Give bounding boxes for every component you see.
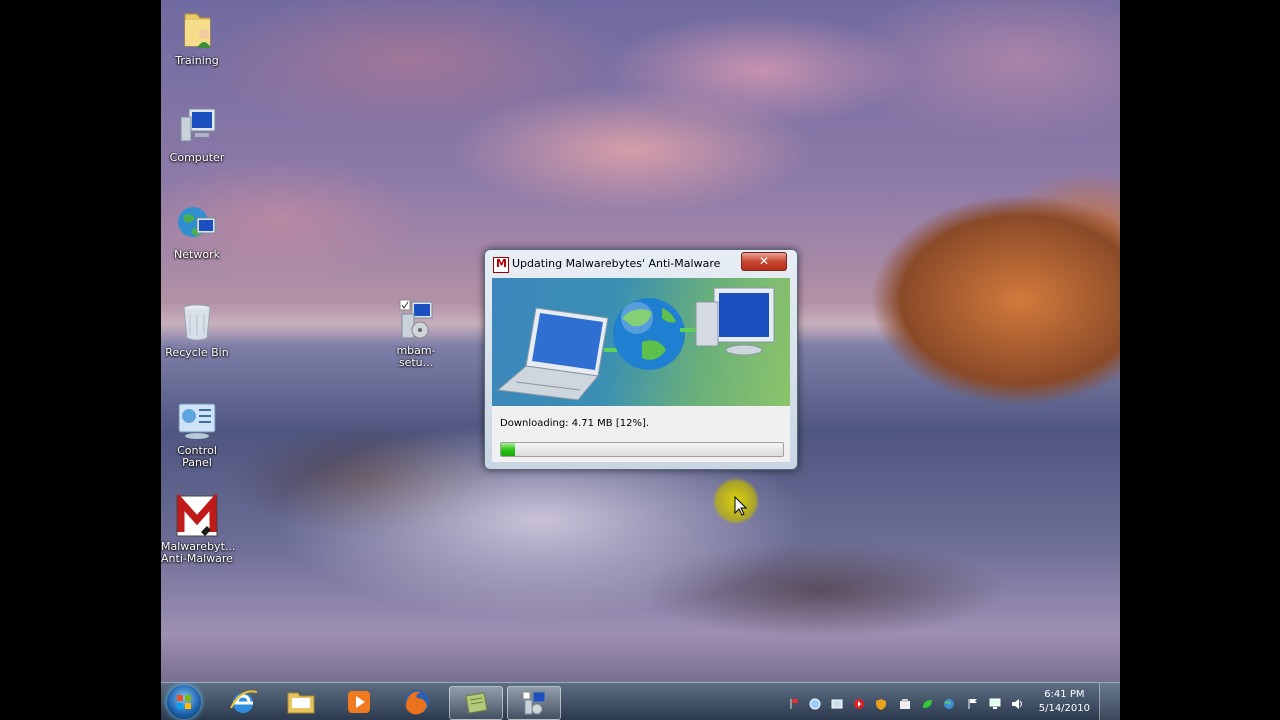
show-desktop-button[interactable] xyxy=(1099,683,1120,720)
speaker-icon[interactable] xyxy=(1011,695,1023,709)
desktop-icon-computer[interactable]: Computer xyxy=(161,105,233,164)
download-progress-fill xyxy=(501,443,516,456)
window-icon[interactable] xyxy=(831,695,843,709)
desktop-icon-label: Control Panel xyxy=(177,444,217,469)
update-banner xyxy=(492,278,790,406)
taskbar-notepad[interactable] xyxy=(449,686,503,720)
desktop-icon-network[interactable]: Network xyxy=(161,202,233,261)
installer-icon xyxy=(394,298,438,342)
box-icon[interactable] xyxy=(899,695,911,709)
taskbar-media-player[interactable] xyxy=(333,686,385,718)
clock[interactable]: 6:41 PM 5/14/2010 xyxy=(1039,688,1090,716)
globe-icon xyxy=(613,298,685,370)
green-leaf-icon[interactable] xyxy=(921,695,933,708)
recycle-bin-icon xyxy=(175,300,219,344)
desktop-icon-recycle-bin[interactable]: Recycle Bin xyxy=(161,300,233,359)
media-player-icon xyxy=(348,691,370,713)
taskbar-windows-explorer[interactable] xyxy=(275,686,327,718)
monitor-icon xyxy=(695,287,775,356)
desktop-icon-label: Training xyxy=(175,54,219,67)
desktop-icon-mbam-setup[interactable]: mbam-setu... xyxy=(380,298,452,369)
firefox-icon xyxy=(405,690,429,715)
windows-logo-icon xyxy=(177,695,191,709)
control-panel-icon xyxy=(175,398,219,442)
download-status-text: Downloading: 4.71 MB [12%]. xyxy=(500,418,650,429)
desktop-icon-label: Network xyxy=(174,248,220,261)
clock-time: 6:41 PM xyxy=(1044,689,1085,700)
desktop-icon-label: mbam-setu... xyxy=(396,344,436,369)
malwarebytes-app-icon xyxy=(493,257,509,273)
start-button[interactable] xyxy=(167,685,201,719)
desktop-icon-label-line2: Anti-Malware xyxy=(161,552,233,565)
desktop-icon-malwarebytes[interactable]: Malwarebyt... Anti-Malware xyxy=(161,492,235,565)
dialog-title: Updating Malwarebytes' Anti-Malware xyxy=(512,257,721,270)
desktop: Training Computer Network Recycle Bin mb… xyxy=(161,0,1120,720)
desktop-icon-training[interactable]: Training xyxy=(161,8,233,67)
taskbar-firefox[interactable] xyxy=(391,686,443,718)
circle-icon[interactable] xyxy=(809,695,821,710)
folder-user-icon xyxy=(175,8,219,52)
laptop-icon xyxy=(496,307,609,401)
red-play-icon[interactable] xyxy=(853,695,865,709)
desktop-icon-label: Recycle Bin xyxy=(165,346,229,359)
malwarebytes-icon xyxy=(175,492,219,538)
dialog-client-area: Downloading: 4.71 MB [12%]. xyxy=(492,406,790,462)
flag-pin-icon[interactable] xyxy=(789,695,801,709)
computer-icon xyxy=(175,105,219,149)
notepad-icon xyxy=(465,692,488,714)
mouse-cursor-icon xyxy=(734,495,748,520)
desktop-icon-label: Computer xyxy=(169,151,225,164)
download-progress-bar xyxy=(500,442,784,457)
internet-explorer-icon xyxy=(230,690,257,713)
taskbar-installer[interactable] xyxy=(507,686,561,720)
network-globe-icon xyxy=(175,202,219,246)
desktop-icon-control-panel[interactable]: Control Panel xyxy=(161,398,233,469)
windows-explorer-icon xyxy=(287,692,315,714)
monitor-icon[interactable] xyxy=(989,695,1001,709)
clock-date: 5/14/2010 xyxy=(1038,703,1090,714)
flag-icon[interactable] xyxy=(967,695,979,709)
network-globe-icon[interactable] xyxy=(943,695,955,709)
close-button[interactable]: ✕ xyxy=(741,252,787,271)
update-dialog: Updating Malwarebytes' Anti-Malware ✕ xyxy=(484,249,798,470)
shield-check-icon[interactable] xyxy=(875,695,887,710)
installer-icon xyxy=(522,691,546,715)
taskbar-internet-explorer[interactable] xyxy=(217,686,269,718)
taskbar: 6:41 PM 5/14/2010 xyxy=(161,682,1120,720)
